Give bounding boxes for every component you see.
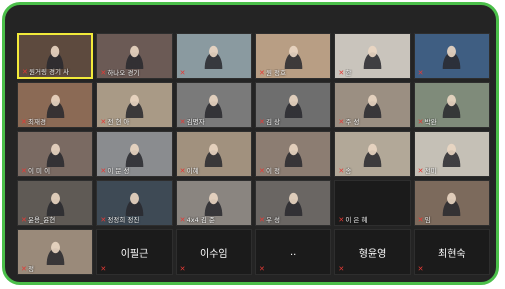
participant-tile[interactable]: ✕ 윤용_윤현 [17,180,94,226]
participant-name: 송 [345,167,352,175]
participant-display-name: .. [289,246,297,258]
mic-muted-icon: ✕ [417,69,424,77]
participant-tile[interactable]: ✕ 임 [413,180,490,226]
participant-tile[interactable]: 이필근 ✕ [96,229,173,275]
mic-muted-icon: ✕ [179,118,186,126]
mic-muted-icon: ✕ [21,118,27,126]
participant-name: 전미 [424,167,437,175]
participant-tile[interactable]: ✕ 송 [334,131,411,177]
mic-muted-icon: ✕ [21,167,27,175]
participant-name: 이 은 혜 [345,216,368,224]
participant-name: 임 [424,216,431,224]
mic-muted-icon: ✕ [259,265,265,273]
participant-tile[interactable]: ✕ [413,33,490,79]
mic-muted-icon: ✕ [21,216,27,224]
mic-muted-icon: ✕ [100,216,107,224]
participant-name: 최재경 [28,118,46,126]
participant-name: 하나오 경기 [107,69,140,77]
mic-muted-icon: ✕ [179,265,186,273]
mic-muted-icon: ✕ [179,69,186,77]
mic-muted-icon: ✕ [259,167,265,175]
mic-muted-icon: ✕ [417,167,424,175]
mic-muted-icon: ✕ [417,216,424,224]
participant-tile[interactable]: ✕ 박완 [413,82,490,128]
mic-muted-icon: ✕ [179,167,186,175]
participant-tile[interactable]: ✕ 이 미 이 [17,131,94,177]
participant-name: 박완 [424,118,437,126]
participant-tile[interactable]: ✕ 최재경 [17,82,94,128]
participant-tile[interactable]: ✕ 한 [334,33,411,79]
participant-name: 주 성 [345,118,360,126]
participant-tile[interactable]: ✕ 전 현 아 [96,82,173,128]
mic-muted-icon: ✕ [338,265,345,273]
participant-name: 윤용_윤현 [28,216,56,224]
participant-tile[interactable]: ✕ 이 정 [255,131,332,177]
participant-tile[interactable]: ✕ 김명자 [175,82,252,128]
mic-muted-icon: ✕ [259,69,265,77]
participant-name: 이 문 성 [107,167,130,175]
participant-name: 원 정호 [266,69,287,77]
participant-name: 정정희 정진 [107,216,140,224]
mic-muted-icon: ✕ [259,118,265,126]
participant-name: 우 성 [266,216,281,224]
participant-name: 김 상 [266,118,281,126]
participant-tile[interactable]: 이수임 ✕ [175,229,252,275]
participant-tile[interactable]: ✕ 김 상 [255,82,332,128]
participant-tile[interactable]: ✕ 원거링 경기 사 [17,33,94,79]
mic-muted-icon: ✕ [22,68,28,76]
participant-tile[interactable]: ✕ 하나오 경기 [96,33,173,79]
participant-tile[interactable]: 형윤영 ✕ [334,229,411,275]
mic-muted-icon: ✕ [21,265,27,273]
mic-muted-icon: ✕ [100,167,107,175]
mic-muted-icon: ✕ [100,69,107,77]
participant-tile[interactable]: .. ✕ [255,229,332,275]
participant-tile[interactable]: ✕ [175,33,252,79]
participant-tile[interactable]: ✕ 우 성 [255,180,332,226]
participant-tile[interactable]: ✕ 이혜 [175,131,252,177]
mic-muted-icon: ✕ [417,118,424,126]
participant-name: 정 [28,265,34,273]
mic-muted-icon: ✕ [259,216,265,224]
participant-display-name: 이필근 [120,248,149,260]
participant-tile[interactable]: ✕ 이 문 성 [96,131,173,177]
mic-muted-icon: ✕ [338,167,345,175]
meeting-window: ✕ 원거링 경기 사 ✕ 하나오 경기 ✕ ✕ 원 정호 ✕ 한 ✕ ✕ 최재경 ✕ 전 현 아 ✕ 김명자… [2,2,499,285]
participant-name: 원거링 경기 사 [29,68,70,76]
participant-grid: ✕ 원거링 경기 사 ✕ 하나오 경기 ✕ ✕ 원 정호 ✕ 한 ✕ ✕ 최재경 ✕ 전 현 아 ✕ 김명자… [17,33,490,275]
mic-muted-icon: ✕ [100,118,107,126]
participant-tile[interactable]: ✕ 정정희 정진 [96,180,173,226]
mic-muted-icon: ✕ [338,118,345,126]
participant-name: 이혜 [186,167,199,175]
participant-name: 4x4 김 준 [186,216,215,224]
participant-display-name: 이수임 [200,248,228,260]
mic-muted-icon: ✕ [179,216,186,224]
participant-tile[interactable]: ✕ 정 [17,229,94,275]
participant-tile[interactable]: ✕ 주 성 [334,82,411,128]
participant-tile[interactable]: ✕ 원 정호 [255,33,332,79]
participant-name: 한 [345,69,352,77]
participant-tile[interactable]: ✕ 전미 [413,131,490,177]
mic-muted-icon: ✕ [338,216,345,224]
participant-tile[interactable]: ✕ 이 은 혜 [334,180,411,226]
participant-tile[interactable]: ✕ 4x4 김 준 [175,180,252,226]
participant-tile[interactable]: 최현숙 ✕ [413,229,490,275]
participant-name: 전 현 아 [107,118,130,126]
participant-name: 이 미 이 [28,167,51,175]
mic-muted-icon: ✕ [338,69,345,77]
participant-name: 김명자 [186,118,205,126]
participant-name: 이 정 [266,167,281,175]
participant-display-name: 형윤영 [358,248,387,260]
mic-muted-icon: ✕ [417,265,424,273]
mic-muted-icon: ✕ [100,265,107,273]
participant-display-name: 최현숙 [438,248,466,260]
